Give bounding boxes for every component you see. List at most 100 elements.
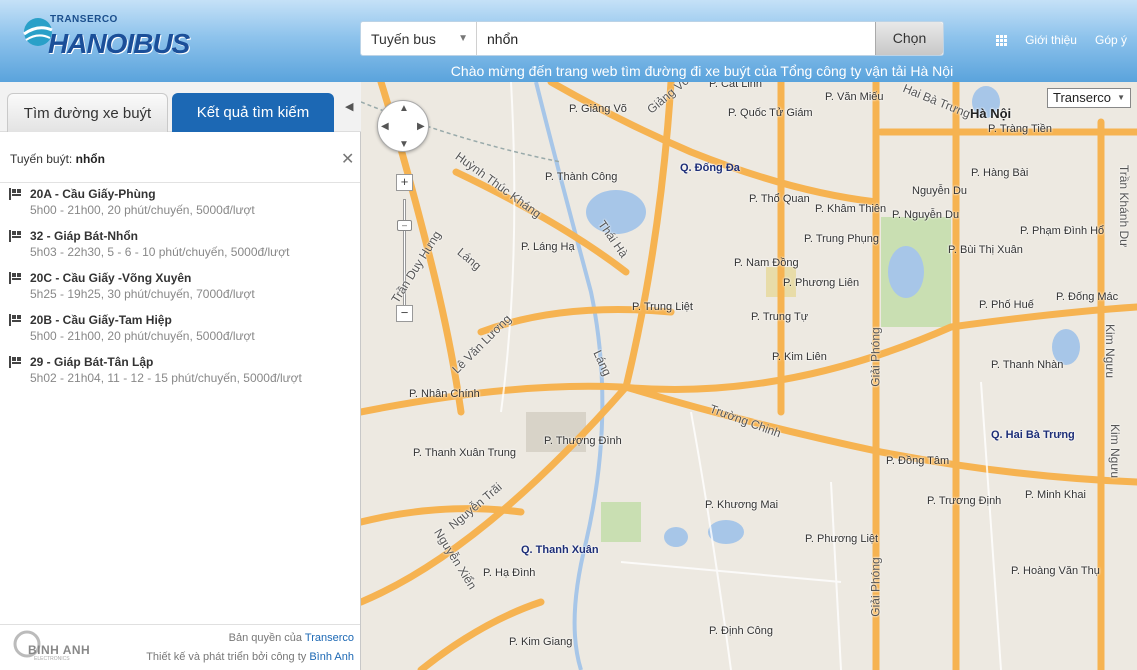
divider — [0, 182, 360, 183]
designer-prefix: Thiết kế và phát triển bởi công ty — [146, 651, 307, 663]
logo-big-text: HANOIBUS — [48, 28, 190, 59]
map-road-label: Giải Phóng — [868, 557, 883, 617]
result-details: 5h25 - 19h25, 30 phút/chuyến, 7000đ/lượt — [30, 287, 255, 301]
map-canvas[interactable]: ▲ ▼ ◀ ▶ + – − Transerco ▼ P. Cát Linh P.… — [361, 82, 1137, 670]
map-district-label: Q. Thanh Xuân — [521, 544, 599, 556]
result-item[interactable]: 32 - Giáp Bát-Nhổn 5h03 - 22h30, 5 - 6 -… — [0, 228, 360, 270]
map-label: P. Minh Khai — [1025, 489, 1086, 501]
pan-right-icon[interactable]: ▶ — [417, 121, 425, 132]
tab-search-results[interactable]: Kết quả tìm kiếm — [172, 93, 334, 132]
map-label: P. Thanh Xuân Trung — [413, 447, 516, 459]
map-label: P. Giảng Võ — [569, 103, 627, 115]
result-details: 5h02 - 21h04, 11 - 12 - 15 phút/chuyến, … — [30, 371, 302, 385]
zoom-in-button[interactable]: + — [396, 174, 413, 191]
map-label: P. Phương Liên — [783, 277, 860, 289]
binh-anh-logo-name: BINH ANH — [28, 643, 91, 657]
result-item[interactable]: 20A - Cầu Giấy-Phùng 5h00 - 21h00, 20 ph… — [0, 186, 360, 228]
map-label: P. Bùi Thị Xuân — [948, 244, 1023, 256]
map-type-label: Transerco — [1053, 90, 1112, 105]
tab-find-route[interactable]: Tìm đường xe buýt — [7, 93, 168, 132]
result-title: 20A - Cầu Giấy-Phùng — [30, 187, 156, 201]
map-label: P. Trung Tự — [751, 311, 809, 323]
results-list: 20A - Cầu Giấy-Phùng 5h00 - 21h00, 20 ph… — [0, 186, 360, 396]
map-label: P. Quốc Tử Giám — [728, 107, 813, 119]
map-label: P. Định Công — [709, 625, 774, 637]
map-label: P. Hàng Bài — [971, 167, 1029, 179]
binh-anh-link[interactable]: Bình Anh — [309, 651, 354, 663]
pan-left-icon[interactable]: ◀ — [381, 121, 389, 132]
map-label: P. Phố Huế — [979, 299, 1034, 311]
search-bar: Tuyến bus ▼ Chọn — [360, 21, 944, 56]
map-label: P. Trung Liệt — [632, 301, 693, 313]
map-label: P. Phạm Đình Hổ — [1020, 225, 1105, 237]
binh-anh-logo[interactable]: BINH ANH ELECTRONICS — [12, 629, 92, 662]
bus-stop-icon — [9, 314, 21, 326]
map-label: P. Nam Đồng — [734, 257, 799, 269]
transerco-link[interactable]: Transerco — [305, 632, 354, 644]
map-label: P. Nhân Chính — [409, 388, 480, 400]
map-label: Nguyễn Du — [912, 185, 968, 197]
collapse-sidebar-icon[interactable]: ◀ — [345, 100, 353, 113]
footer: BINH ANH ELECTRONICS Bản quyền của Trans… — [0, 624, 360, 670]
map-label: P. Láng Hạ — [521, 241, 575, 253]
bus-stop-icon — [9, 188, 21, 200]
nav-about-link[interactable]: Giới thiệu — [1025, 33, 1077, 47]
map-label: P. Khâm Thiên — [815, 203, 887, 215]
result-details: 5h00 - 21h00, 20 phút/chuyến, 5000đ/lượt — [30, 203, 255, 217]
designer-line: Thiết kế và phát triển bởi công ty Bình … — [146, 651, 354, 663]
welcome-text: Chào mừng đến trang web tìm đường đi xe … — [450, 63, 954, 79]
result-title: 29 - Giáp Bát-Tân Lập — [30, 355, 154, 369]
result-title: 20C - Cầu Giấy -Võng Xuyên — [30, 271, 192, 285]
bus-stop-icon — [9, 272, 21, 284]
result-item[interactable]: 29 - Giáp Bát-Tân Lập 5h02 - 21h04, 11 -… — [0, 354, 360, 396]
map-city-label: Hà Nội — [970, 106, 1012, 121]
logo-small-text: TRANSERCO — [50, 14, 118, 25]
map-district-label: Q. Hai Bà Trưng — [991, 429, 1075, 441]
binh-anh-logo-sub: ELECTRONICS — [34, 656, 70, 662]
map-label: P. Trương Định — [927, 495, 1002, 507]
zoom-slider-handle[interactable]: – — [397, 220, 412, 231]
zoom-out-button[interactable]: − — [396, 305, 413, 322]
map-label: P. Thổ Quan — [749, 193, 810, 205]
result-title: 20B - Cầu Giấy-Tam Hiệp — [30, 313, 172, 327]
bus-stop-icon — [9, 356, 21, 368]
choose-button[interactable]: Chọn — [875, 22, 943, 55]
map-label: P. Cát Linh — [709, 82, 763, 90]
sidebar: Tìm đường xe buýt Kết quả tìm kiếm ◀ Tuy… — [0, 82, 361, 670]
nav-feedback-link[interactable]: Góp ý — [1095, 33, 1127, 47]
pan-control[interactable]: ▲ ▼ ◀ ▶ — [377, 100, 429, 152]
app-root: TRANSERCO HANOIBUS Tuyến bus ▼ Chọn Chào… — [0, 0, 1137, 670]
result-details: 5h03 - 22h30, 5 - 6 - 10 phút/chuyến, 50… — [30, 245, 290, 259]
copyright-line: Bản quyền của Transerco — [229, 632, 354, 644]
map-label: P. Thượng Đình — [544, 435, 622, 447]
pan-down-icon[interactable]: ▼ — [399, 139, 409, 150]
map-type-select[interactable]: Transerco ▼ — [1047, 88, 1131, 108]
search-input[interactable] — [479, 23, 875, 54]
hanoibus-logo[interactable]: TRANSERCO HANOIBUS — [14, 10, 204, 70]
apps-grid-icon[interactable] — [996, 34, 1008, 46]
map-road-label: Trần Khánh Dư — [1117, 164, 1132, 248]
map-label: P. Khương Mai — [705, 499, 779, 511]
map-label: P. Kim Giang — [509, 636, 573, 648]
pan-up-icon[interactable]: ▲ — [399, 103, 409, 114]
copyright-prefix: Bản quyền của — [228, 632, 303, 644]
top-nav: Giới thiệu Góp ý — [996, 33, 1127, 47]
route-query: nhổn — [75, 152, 105, 166]
map-label: P. Đồng Tâm — [886, 455, 950, 467]
search-type-select[interactable]: Tuyến bus ▼ — [361, 22, 477, 55]
map-label: P. Thành Công — [545, 171, 618, 183]
result-item[interactable]: 20B - Cầu Giấy-Tam Hiệp 5h00 - 21h00, 20… — [0, 312, 360, 354]
map-label: P. Đống Mác — [1056, 291, 1119, 303]
map-label: P. Văn Miếu — [825, 91, 884, 103]
result-item[interactable]: 20C - Cầu Giấy -Võng Xuyên 5h25 - 19h25,… — [0, 270, 360, 312]
map-label: P. Trung Phụng — [804, 233, 880, 245]
route-query-label: Tuyến buýt: nhổn — [10, 152, 105, 166]
close-icon[interactable]: ✕ — [341, 152, 354, 168]
header: TRANSERCO HANOIBUS Tuyến bus ▼ Chọn Chào… — [0, 0, 1137, 82]
search-type-label: Tuyến bus — [371, 31, 436, 47]
chevron-down-icon: ▼ — [1117, 93, 1125, 102]
map-road-label: Giải Phóng — [868, 327, 883, 387]
map-label: P. Hoàng Văn Thụ — [1011, 565, 1100, 577]
map-label: P. Kim Liên — [772, 351, 827, 363]
map-label: P. Hạ Đình — [483, 567, 536, 579]
